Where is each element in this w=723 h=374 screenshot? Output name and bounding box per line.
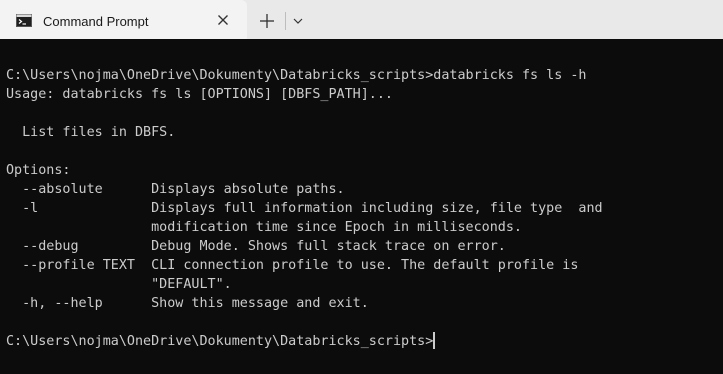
tab-title: Command Prompt bbox=[43, 14, 149, 29]
terminal-output: C:\Users\nojma\OneDrive\Dokumenty\Databr… bbox=[6, 66, 603, 351]
terminal-line: List files in DBFS. bbox=[6, 125, 176, 140]
terminal-line: --absolute Displays absolute paths. bbox=[6, 182, 345, 197]
text-cursor bbox=[433, 332, 436, 349]
prompt-line: C:\Users\nojma\OneDrive\Dokumenty\Databr… bbox=[6, 332, 603, 351]
tab-command-prompt[interactable]: Command Prompt bbox=[0, 0, 247, 39]
terminal-line: modification time since Epoch in millise… bbox=[6, 220, 522, 235]
terminal-line: -h, --help Show this message and exit. bbox=[6, 296, 369, 311]
plus-icon[interactable] bbox=[258, 12, 276, 30]
terminal-window: Command Prompt C:\Users\nojma\OneDrive\D… bbox=[0, 0, 723, 374]
prompt-text: C:\Users\nojma\OneDrive\Dokumenty\Databr… bbox=[6, 334, 434, 349]
chevron-down-icon[interactable] bbox=[292, 16, 304, 26]
terminal-line: Usage: databricks fs ls [OPTIONS] [DBFS_… bbox=[6, 87, 393, 102]
terminal-line: --profile TEXT CLI connection profile to… bbox=[6, 258, 579, 273]
terminal-line: "DEFAULT". bbox=[6, 277, 232, 292]
tab-separator bbox=[285, 12, 286, 30]
terminal-line: -l Displays full information including s… bbox=[6, 201, 603, 216]
command-prompt-icon bbox=[16, 14, 32, 27]
terminal-line: Options: bbox=[6, 163, 71, 178]
close-icon[interactable] bbox=[216, 13, 230, 27]
title-bar: Command Prompt bbox=[0, 0, 723, 39]
terminal-line: C:\Users\nojma\OneDrive\Dokumenty\Databr… bbox=[6, 68, 587, 83]
terminal-area[interactable]: C:\Users\nojma\OneDrive\Dokumenty\Databr… bbox=[0, 39, 723, 374]
terminal-line: --debug Debug Mode. Shows full stack tra… bbox=[6, 239, 506, 254]
